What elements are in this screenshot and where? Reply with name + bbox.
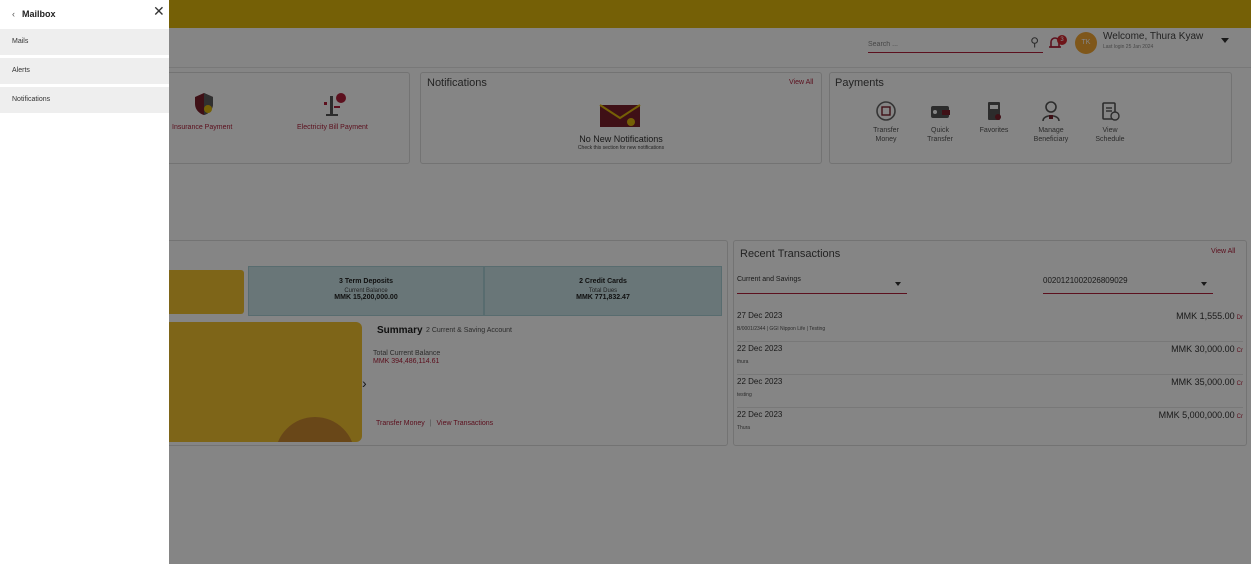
drawer-item-alerts[interactable]: Alerts	[0, 58, 169, 84]
drawer-header: ‹ Mailbox ✕	[0, 0, 169, 28]
drawer-item-label: Alerts	[12, 67, 30, 74]
drawer-item-label: Notifications	[12, 96, 51, 103]
drawer-item-label: Mails	[12, 38, 29, 45]
drawer-title: Mailbox	[22, 9, 56, 19]
modal-backdrop[interactable]	[0, 0, 1251, 564]
drawer-item-notifications[interactable]: Notifications	[0, 87, 169, 113]
back-chevron-icon[interactable]: ‹	[12, 9, 15, 19]
close-icon[interactable]: ✕	[153, 4, 165, 18]
mailbox-drawer: ‹ Mailbox ✕ Mails Alerts Notifications	[0, 0, 169, 564]
drawer-item-mails[interactable]: Mails	[0, 29, 169, 55]
